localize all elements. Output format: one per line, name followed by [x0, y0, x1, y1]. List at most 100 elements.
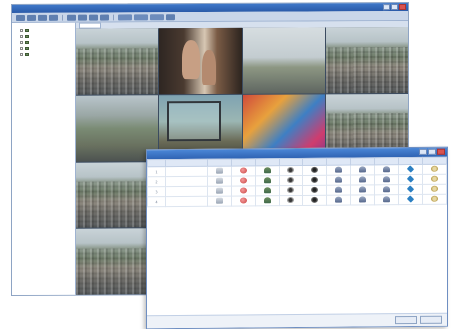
record-icon[interactable]	[38, 14, 47, 21]
lens-icon	[311, 166, 319, 173]
permission-cell[interactable]	[302, 175, 327, 186]
permission-cell[interactable]	[398, 184, 423, 195]
camera-tile[interactable]	[76, 28, 159, 95]
expand-icon[interactable]	[20, 34, 23, 38]
account-icon	[359, 186, 367, 193]
record-icon	[239, 187, 247, 194]
expand-icon[interactable]	[20, 28, 23, 32]
permission-cell[interactable]	[422, 194, 447, 205]
record-icon	[239, 167, 247, 174]
user-icon	[263, 177, 271, 184]
minimize-button[interactable]	[383, 4, 390, 11]
cancel-button[interactable]	[420, 315, 442, 324]
permission-cell[interactable]	[279, 165, 303, 176]
permission-cell[interactable]	[279, 195, 303, 206]
permission-cell[interactable]	[422, 164, 447, 175]
row-name	[165, 176, 208, 187]
toolbar-separator	[113, 14, 114, 21]
permission-cell[interactable]	[398, 194, 423, 205]
fullscreen-icon[interactable]	[166, 13, 175, 20]
ok-button[interactable]	[395, 315, 417, 325]
ptz-icon[interactable]	[118, 13, 132, 20]
permission-cell[interactable]	[398, 164, 423, 175]
dialog-minimize-button[interactable]	[419, 148, 427, 155]
table-row[interactable]: 4	[147, 194, 447, 207]
permission-cell[interactable]	[231, 165, 256, 177]
permission-cell[interactable]	[350, 174, 375, 186]
maximize-button[interactable]	[391, 4, 398, 11]
row-index: 1	[147, 166, 166, 177]
permission-cell[interactable]	[326, 185, 351, 196]
permissions-dialog: 1234	[146, 146, 448, 329]
permission-cell[interactable]	[231, 195, 256, 207]
permission-cell[interactable]	[231, 175, 256, 187]
user-icon	[263, 197, 271, 204]
permission-cell[interactable]	[326, 165, 351, 176]
row-name	[165, 196, 208, 207]
permission-cell[interactable]	[255, 175, 280, 186]
permission-cell[interactable]	[207, 196, 232, 207]
permission-cell[interactable]	[422, 184, 447, 195]
expand-icon[interactable]	[20, 46, 23, 50]
account-icon	[335, 196, 343, 203]
layout-4-icon[interactable]	[78, 14, 87, 21]
permission-cell[interactable]	[279, 185, 303, 196]
permission-cell[interactable]	[374, 194, 399, 205]
permission-cell[interactable]	[255, 185, 280, 196]
camera-icon	[287, 177, 295, 184]
camera-tile[interactable]	[159, 27, 242, 95]
permission-cell[interactable]	[374, 164, 399, 175]
permission-cell[interactable]	[302, 195, 327, 206]
permission-cell[interactable]	[207, 186, 232, 197]
permission-cell[interactable]	[326, 175, 351, 186]
camera-group-icon	[25, 28, 29, 32]
permission-cell[interactable]	[255, 195, 280, 206]
permission-cell[interactable]	[374, 174, 399, 185]
expand-icon[interactable]	[20, 40, 23, 44]
device-tree	[12, 22, 76, 296]
play-icon[interactable]	[16, 14, 25, 21]
camera-group-icon	[25, 34, 29, 38]
layout-16-icon[interactable]	[100, 14, 109, 21]
diamond-icon	[406, 195, 415, 203]
disk-icon	[215, 177, 223, 184]
user-icon	[263, 167, 271, 174]
close-button[interactable]	[399, 3, 406, 11]
dialog-window-controls	[419, 148, 445, 155]
permission-cell[interactable]	[422, 174, 447, 185]
permission-cell[interactable]	[207, 176, 232, 187]
permissions-table: 1234	[147, 157, 447, 208]
permission-cell[interactable]	[302, 185, 327, 196]
permission-cell[interactable]	[255, 165, 280, 176]
layout-9-icon[interactable]	[89, 14, 98, 21]
permission-cell[interactable]	[279, 175, 303, 186]
window-controls	[383, 3, 406, 11]
permission-cell[interactable]	[350, 184, 375, 196]
tree-item[interactable]	[20, 51, 75, 57]
account-icon	[335, 186, 343, 193]
camera-tile[interactable]	[242, 27, 325, 94]
permission-cell[interactable]	[398, 174, 423, 185]
permission-cell[interactable]	[374, 184, 399, 195]
camera-group-icon	[25, 52, 29, 56]
camera-group-icon	[25, 46, 29, 50]
permission-cell[interactable]	[231, 185, 256, 197]
layout-1-icon[interactable]	[67, 14, 76, 21]
permission-cell[interactable]	[350, 194, 375, 206]
settings-icon[interactable]	[150, 13, 164, 20]
permission-cell[interactable]	[207, 166, 232, 177]
lens-icon	[311, 176, 319, 183]
permission-cell[interactable]	[326, 195, 351, 206]
dialog-close-button[interactable]	[437, 148, 445, 155]
row-name	[165, 166, 208, 177]
stop-icon[interactable]	[27, 14, 36, 21]
playback-icon[interactable]	[134, 13, 148, 20]
permission-cell[interactable]	[302, 165, 327, 176]
diamond-icon	[406, 185, 415, 193]
snapshot-icon[interactable]	[49, 14, 58, 21]
account-icon	[383, 176, 391, 183]
camera-tile[interactable]	[325, 26, 408, 94]
dialog-maximize-button[interactable]	[428, 148, 436, 155]
expand-icon[interactable]	[20, 52, 23, 56]
permission-cell[interactable]	[350, 164, 375, 176]
